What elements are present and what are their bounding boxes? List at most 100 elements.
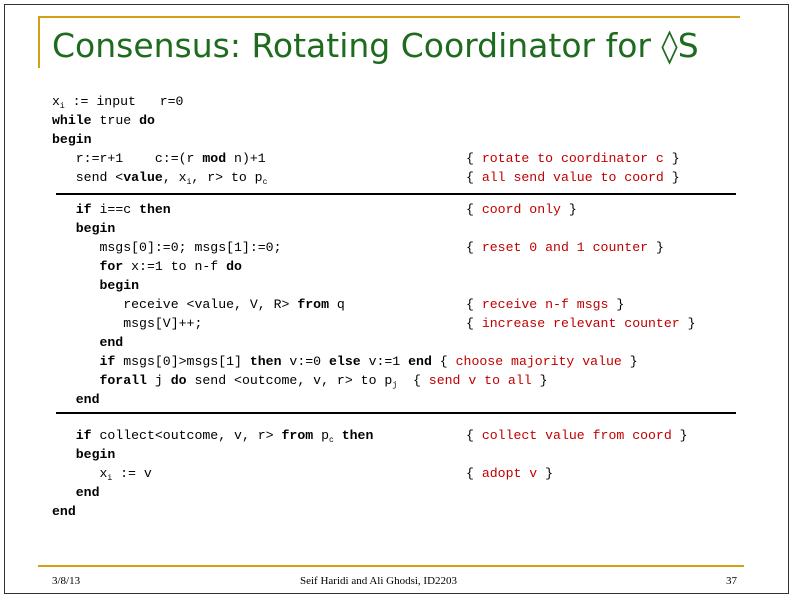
comment-text: reset 0 and 1 counter bbox=[481, 240, 649, 255]
code-line: end bbox=[52, 502, 76, 521]
code-line: send <value, xi, r> to pc bbox=[52, 168, 268, 187]
keyword: for bbox=[99, 259, 124, 274]
slide-title: Consensus: Rotating Coordinator for ◊S bbox=[52, 26, 699, 65]
comment-text: choose majority value bbox=[455, 354, 622, 369]
keyword: else bbox=[329, 354, 361, 369]
code-comment: { rotate to coordinator c } bbox=[466, 151, 680, 166]
code-text: msgs[0]:=0; msgs[1]:=0; bbox=[52, 240, 282, 255]
code-text: := v bbox=[112, 466, 152, 481]
code-comment: { all send value to coord } bbox=[466, 170, 680, 185]
footer-rule bbox=[38, 565, 744, 567]
keyword: then bbox=[139, 202, 171, 217]
keyword: do bbox=[139, 113, 155, 128]
code-text: x bbox=[52, 466, 108, 481]
code-comment: { collect value from coord } bbox=[466, 428, 688, 443]
comment-text: receive n-f msgs bbox=[481, 297, 609, 312]
footer-author: Seif Haridi and Ali Ghodsi, ID2203 bbox=[300, 575, 458, 587]
keyword: begin bbox=[99, 278, 140, 293]
code-line: end bbox=[52, 333, 123, 352]
code-text: receive <value, V, R> bbox=[52, 297, 298, 312]
comment-text: collect value from coord bbox=[481, 428, 672, 443]
keyword: value bbox=[123, 170, 163, 185]
keyword: end bbox=[52, 504, 76, 519]
page-number: 37 bbox=[726, 575, 737, 587]
title-accent-vertical bbox=[38, 16, 40, 68]
comment-text: all send value to coord bbox=[481, 170, 664, 185]
keyword: forall bbox=[99, 373, 147, 388]
comment-text: send v to all bbox=[428, 373, 532, 388]
keyword: end bbox=[408, 354, 432, 369]
code-text: } bbox=[621, 354, 638, 369]
keyword: end bbox=[75, 485, 100, 500]
code-text: true bbox=[91, 113, 140, 128]
code-text: } bbox=[531, 373, 548, 388]
comment-text: increase relevant counter bbox=[481, 316, 680, 331]
code-line: for x:=1 to n-f do bbox=[52, 257, 242, 276]
code-text: v:=0 bbox=[281, 354, 329, 369]
code-text: n)+1 bbox=[226, 151, 266, 166]
code-line: r:=r+1 c:=(r mod n)+1 bbox=[52, 149, 266, 168]
code-text: p bbox=[313, 428, 329, 443]
code-line: xi := input r=0 bbox=[52, 92, 183, 111]
code-text: j bbox=[146, 373, 171, 388]
keyword: from bbox=[281, 428, 314, 443]
keyword: end bbox=[99, 335, 124, 350]
code-line: end bbox=[52, 390, 100, 409]
code-text: collect<outcome, v, r> bbox=[91, 428, 282, 443]
code-text: x:=1 to n-f bbox=[123, 259, 227, 274]
keyword: if bbox=[75, 428, 92, 443]
code-line: begin bbox=[52, 130, 92, 149]
keyword: if bbox=[99, 354, 116, 369]
code-text: r:=r+1 c:=(r bbox=[52, 151, 203, 166]
code-text: x bbox=[52, 94, 60, 109]
keyword: then bbox=[341, 428, 374, 443]
code-text: i==c bbox=[91, 202, 140, 217]
title-accent-horizontal bbox=[38, 16, 740, 18]
code-line: begin bbox=[52, 276, 139, 295]
separator-line bbox=[56, 412, 736, 414]
code-text: := input r=0 bbox=[64, 94, 184, 109]
keyword: do bbox=[226, 259, 242, 274]
code-line: end bbox=[52, 483, 100, 502]
comment-text: coord only bbox=[481, 202, 561, 217]
code-text: send <outcome, v, r> to p bbox=[186, 373, 393, 388]
code-line: if msgs[0]>msgs[1] then v:=0 else v:=1 e… bbox=[52, 352, 638, 371]
code-comment: { coord only } bbox=[466, 202, 577, 217]
code-line: if i==c then bbox=[52, 200, 171, 219]
code-text: , x bbox=[162, 170, 187, 185]
code-comment: { adopt v } bbox=[466, 466, 554, 481]
code-line: begin bbox=[52, 219, 116, 238]
code-text: { bbox=[431, 354, 456, 369]
separator-line bbox=[56, 193, 736, 195]
code-comment: { increase relevant counter } bbox=[466, 316, 696, 331]
keyword: do bbox=[170, 373, 187, 388]
code-line: forall j do send <outcome, v, r> to pj {… bbox=[52, 371, 548, 390]
keyword: if bbox=[75, 202, 92, 217]
code-line: if collect<outcome, v, r> from pc then bbox=[52, 426, 374, 445]
code-text: msgs[0]>msgs[1] bbox=[115, 354, 250, 369]
keyword: begin bbox=[75, 221, 116, 236]
code-text: { bbox=[397, 373, 429, 388]
code-line: msgs[0]:=0; msgs[1]:=0; bbox=[52, 238, 282, 257]
keyword: begin bbox=[75, 447, 116, 462]
comment-text: rotate to coordinator c bbox=[481, 151, 664, 166]
keyword: while bbox=[52, 113, 92, 128]
code-comment: { reset 0 and 1 counter } bbox=[466, 240, 664, 255]
keyword: end bbox=[75, 392, 100, 407]
code-text: , r> to p bbox=[191, 170, 263, 185]
code-line: begin bbox=[52, 445, 116, 464]
keyword: from bbox=[297, 297, 329, 312]
code-line: receive <value, V, R> from q bbox=[52, 295, 345, 314]
